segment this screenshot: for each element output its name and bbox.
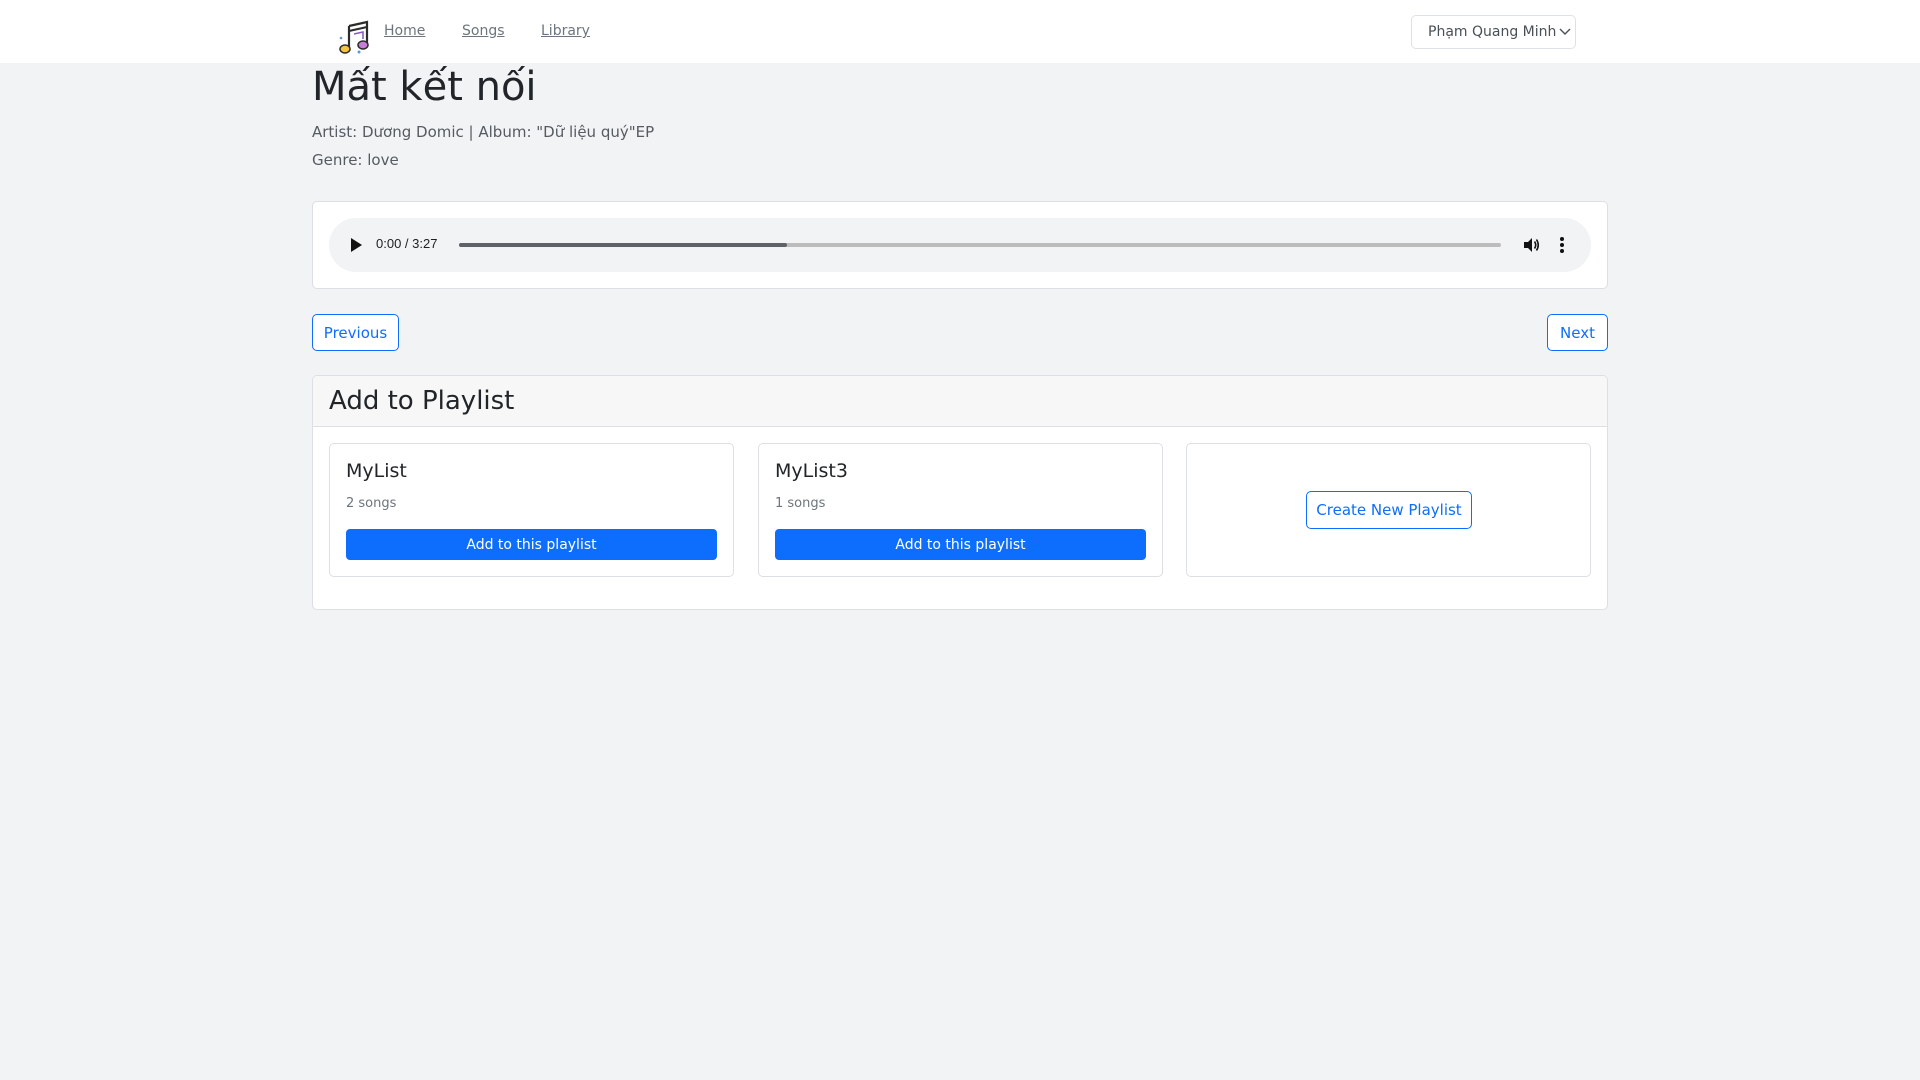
- play-icon[interactable]: [349, 237, 363, 253]
- playlist-card-header: Add to Playlist: [313, 376, 1607, 427]
- audio-player[interactable]: 0:00 / 3:27: [329, 218, 1591, 272]
- user-dropdown-button[interactable]: Phạm Quang Minh: [1411, 15, 1576, 49]
- playlist-item: MyList 2 songs Add to this playlist: [329, 443, 734, 577]
- song-title: Mất kết nối: [312, 64, 537, 110]
- playlist-name: MyList3: [775, 460, 848, 482]
- nav-link-home[interactable]: Home: [384, 23, 425, 39]
- playlist-name: MyList: [346, 460, 407, 482]
- song-genre: Genre: love: [312, 151, 399, 169]
- more-vert-icon[interactable]: [1559, 235, 1565, 255]
- seek-bar[interactable]: [459, 243, 1501, 247]
- chevron-down-icon: [1559, 28, 1571, 35]
- next-button[interactable]: Next: [1547, 314, 1608, 351]
- top-navbar: Home Songs Library Phạm Quang Minh: [0, 0, 1920, 63]
- playlist-song-count: 1 songs: [775, 496, 826, 511]
- seek-bar-buffered: [459, 243, 788, 247]
- user-name: Phạm Quang Minh: [1428, 24, 1557, 40]
- song-artist-album: Artist: Dương Domic | Album: "Dữ liệu qu…: [312, 123, 655, 141]
- previous-button[interactable]: Previous: [312, 314, 399, 351]
- playlist-song-count: 2 songs: [346, 496, 397, 511]
- add-to-playlist-button[interactable]: Add to this playlist: [775, 529, 1146, 560]
- create-new-playlist-button[interactable]: Create New Playlist: [1306, 491, 1472, 529]
- add-to-playlist-button[interactable]: Add to this playlist: [346, 529, 717, 560]
- playlist-section-title: Add to Playlist: [329, 386, 515, 416]
- playlist-item: MyList3 1 songs Add to this playlist: [758, 443, 1163, 577]
- player-card: 0:00 / 3:27: [312, 201, 1608, 289]
- create-playlist-box: Create New Playlist: [1186, 443, 1591, 577]
- nav-link-songs[interactable]: Songs: [462, 23, 505, 39]
- add-to-playlist-card: Add to Playlist MyList 2 songs Add to th…: [312, 375, 1608, 610]
- nav-link-library[interactable]: Library: [541, 23, 590, 39]
- music-notes-logo[interactable]: [337, 18, 377, 58]
- time-display: 0:00 / 3:27: [376, 236, 438, 251]
- volume-icon[interactable]: [1522, 236, 1540, 254]
